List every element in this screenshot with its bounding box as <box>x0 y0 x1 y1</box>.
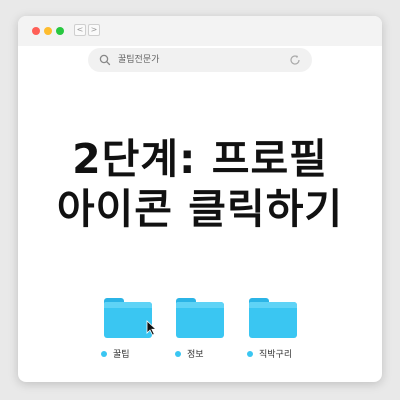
title-bar: < > <box>18 16 382 46</box>
close-window-button[interactable] <box>32 27 40 35</box>
folder-label-jeongbo[interactable]: 정보 <box>175 349 204 361</box>
mouse-pointer-icon <box>146 320 158 336</box>
headline-line-2: 아이콘 클릭하기 <box>56 185 344 233</box>
bullet-icon <box>247 351 253 357</box>
folder-label-text: 꿀팁 <box>113 350 130 360</box>
folder-icon-jikbakguri[interactable] <box>249 298 297 338</box>
search-icon <box>99 54 111 66</box>
folder-label-text: 정보 <box>187 350 204 360</box>
zoom-window-button[interactable] <box>56 27 64 35</box>
forward-button[interactable]: > <box>88 24 100 36</box>
folder-label-text: 직박구리 <box>259 350 293 360</box>
bullet-icon <box>101 351 107 357</box>
search-bar[interactable]: 꿀팁전문가 <box>88 48 312 72</box>
back-button[interactable]: < <box>74 24 86 36</box>
search-query-text: 꿀팁전문가 <box>118 55 160 65</box>
browser-window: < > 꿀팁전문가 2단계: 프로필 아이콘 클릭하기 꿀팁 정보 직박구리 <box>18 16 382 382</box>
minimize-window-button[interactable] <box>44 27 52 35</box>
folder-icon-jeongbo[interactable] <box>176 298 224 338</box>
bullet-icon <box>175 351 181 357</box>
headline-line-1: 2단계: 프로필 <box>72 135 328 183</box>
page-headline: 2단계: 프로필 아이콘 클릭하기 <box>18 134 382 234</box>
reload-icon[interactable] <box>288 53 302 67</box>
folder-label-kkultip[interactable]: 꿀팁 <box>101 349 130 361</box>
folder-label-jikbakguri[interactable]: 직박구리 <box>247 349 292 361</box>
folder-icon-kkultip[interactable] <box>104 298 152 338</box>
